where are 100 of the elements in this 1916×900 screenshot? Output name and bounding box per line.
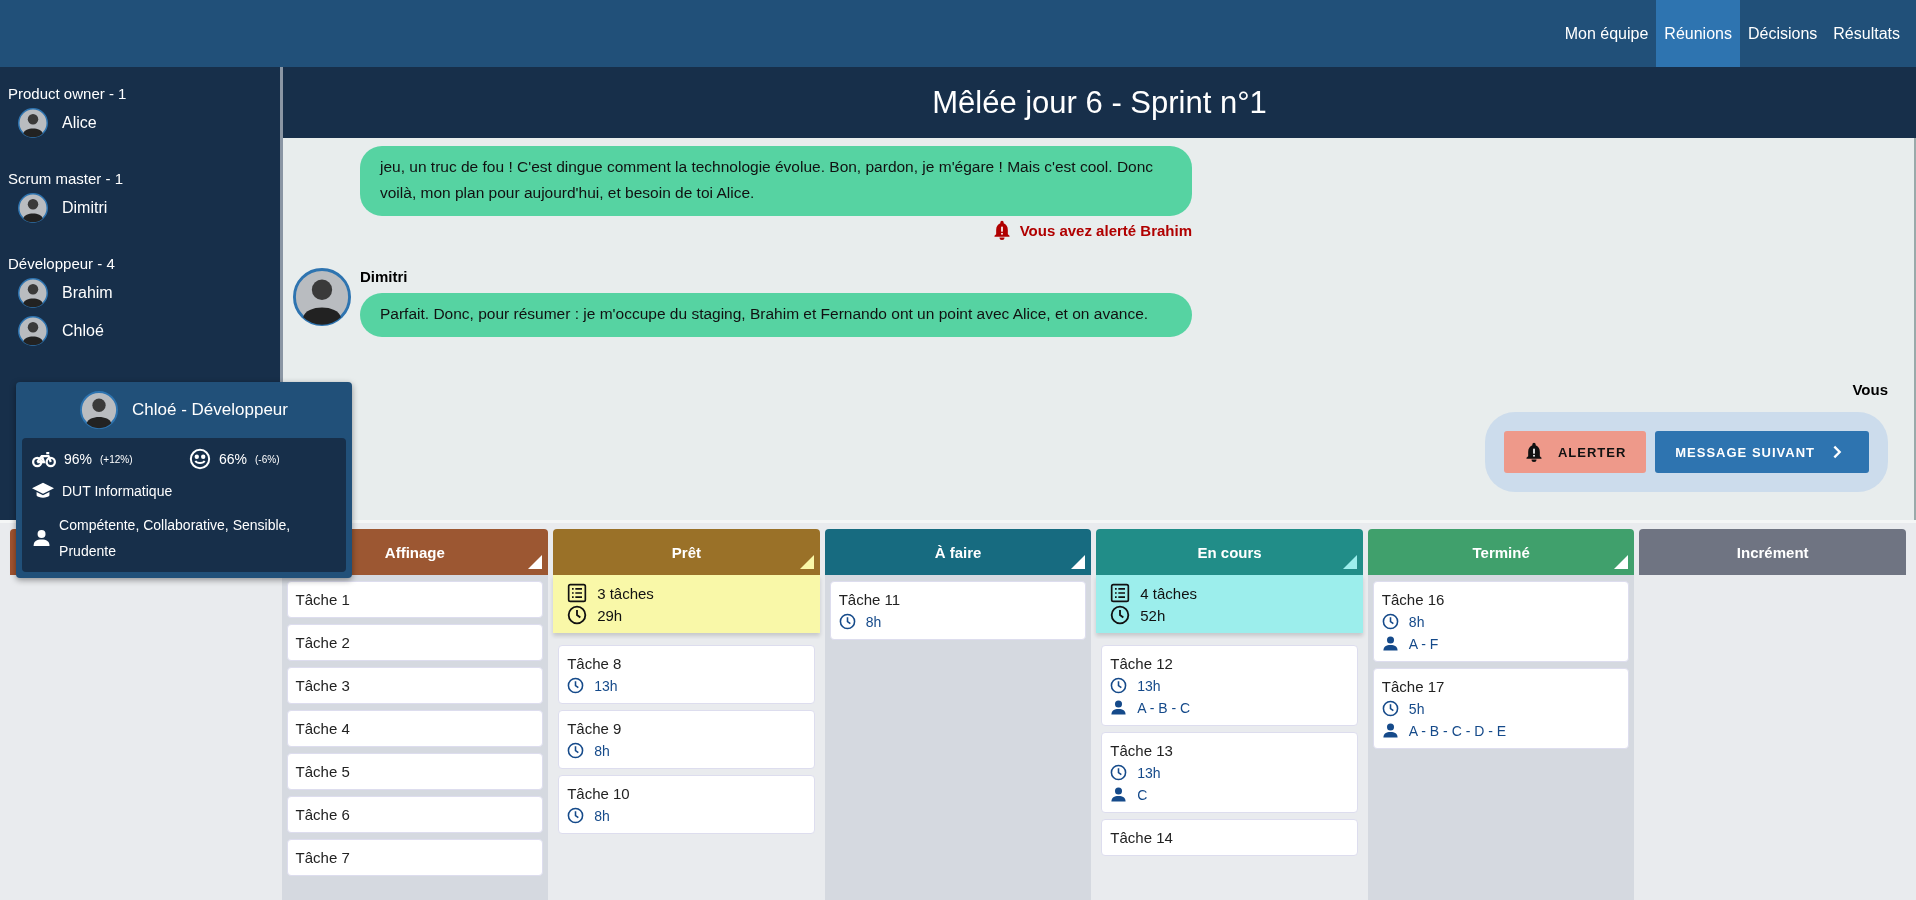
member-name[interactable]: Alice xyxy=(62,114,97,132)
corner-triangle-icon[interactable] xyxy=(799,555,814,569)
column-title: En cours xyxy=(1197,543,1262,561)
clock-icon xyxy=(567,742,585,759)
task-title: Tâche 7 xyxy=(295,849,351,866)
avatar xyxy=(18,278,48,308)
motivation-change: (+12%) xyxy=(100,453,133,465)
alert-notice-text: Vous avez alerté Brahim xyxy=(1019,221,1192,239)
task-card[interactable]: Tâche 3 xyxy=(286,667,544,704)
task-count: 3 tâches xyxy=(597,584,654,602)
task-title: Tâche 3 xyxy=(295,677,351,694)
message-bubble: Parfait. Donc, pour résumer : je m'occupe du staging, Brahim et Fernando ont un point avec Alice, et on avance. xyxy=(360,293,1192,337)
nav-tab[interactable]: Résultats xyxy=(1825,0,1908,67)
avatar xyxy=(18,108,48,138)
task-card[interactable]: Tâche 7 xyxy=(286,839,544,876)
task-card[interactable]: Tâche 11 8h xyxy=(829,581,1087,640)
task-card[interactable]: Tâche 17 5h A - B - C - D - E xyxy=(1372,668,1630,749)
task-card[interactable]: Tâche 13 13h C xyxy=(1101,732,1358,813)
clock-icon xyxy=(567,605,588,625)
clock-icon xyxy=(567,807,585,824)
message-bubble: jeu, un truc de fou ! C'est dingue comment la technologie évolue. Bon, pardon, je m'égare ! Mais c'est cool. Donc voilà, mon plan pour aujourd'hui, et besoin de toi Alice. xyxy=(360,146,1192,216)
task-title: Tâche 5 xyxy=(295,763,351,780)
column-title: Incrément xyxy=(1736,543,1809,561)
mood-change: (-6%) xyxy=(255,453,280,465)
corner-triangle-icon[interactable] xyxy=(1614,555,1629,569)
nav-tab[interactable]: Mon équipe xyxy=(1556,0,1657,67)
member-name[interactable]: Chloé xyxy=(62,322,104,340)
avatar xyxy=(80,391,119,429)
column-title: Affinage xyxy=(384,543,445,561)
task-assignees: A - B - C xyxy=(1137,699,1191,716)
member-role-title: Chloé - Développeur xyxy=(132,400,288,420)
role-heading: Product owner - 1 xyxy=(8,85,128,102)
task-card[interactable]: Tâche 10 8h xyxy=(558,775,815,834)
task-assignees: A - F xyxy=(1408,635,1439,652)
sender-name: Dimitri xyxy=(360,268,408,285)
corner-triangle-icon[interactable] xyxy=(528,555,543,569)
task-title: Tâche 9 xyxy=(567,720,623,737)
avatar xyxy=(293,268,351,326)
total-hours: 52h xyxy=(1140,606,1166,624)
task-card[interactable]: Tâche 14 xyxy=(1101,819,1358,856)
task-title: Tâche 17 xyxy=(1381,678,1446,695)
task-card[interactable]: Tâche 4 xyxy=(286,710,544,747)
corner-triangle-icon[interactable] xyxy=(1071,555,1086,569)
motivation-value: 96% xyxy=(64,451,93,467)
task-title: Tâche 14 xyxy=(1110,829,1174,846)
task-title: Tâche 4 xyxy=(295,720,351,737)
column-title: À faire xyxy=(934,543,982,561)
task-hours: 13h xyxy=(1137,677,1161,694)
bicycle-icon xyxy=(32,450,56,468)
member-name[interactable]: Brahim xyxy=(62,284,113,302)
task-title: Tâche 1 xyxy=(295,591,351,608)
task-card[interactable]: Tâche 16 8h A - F xyxy=(1372,581,1630,662)
task-card[interactable]: Tâche 5 xyxy=(286,753,544,790)
person-icon xyxy=(1110,786,1128,803)
task-card[interactable]: Tâche 2 xyxy=(286,624,544,661)
task-title: Tâche 10 xyxy=(567,785,631,802)
role-heading: Développeur - 4 xyxy=(8,255,116,272)
education-text: DUT Informatique xyxy=(62,483,173,499)
sender-name: Vous xyxy=(1852,381,1888,398)
member-name[interactable]: Dimitri xyxy=(62,199,108,217)
task-title: Tâche 12 xyxy=(1110,655,1174,672)
task-hours: 13h xyxy=(1137,764,1161,781)
corner-triangle-icon[interactable] xyxy=(1342,555,1357,569)
task-title: Tâche 13 xyxy=(1110,742,1174,759)
person-icon xyxy=(1381,722,1399,739)
avatar xyxy=(18,316,48,346)
task-hours: 13h xyxy=(594,677,618,694)
clock-icon xyxy=(1110,677,1128,694)
role-heading: Scrum master - 1 xyxy=(8,170,125,187)
mood-value: 66% xyxy=(219,451,248,467)
alert-button[interactable]: ALERTER xyxy=(1503,431,1647,473)
person-icon xyxy=(1381,635,1399,652)
task-card[interactable]: Tâche 12 13h A - B - C xyxy=(1101,645,1358,726)
smiley-icon xyxy=(189,448,211,470)
clock-icon xyxy=(1110,605,1131,625)
task-count: 4 tâches xyxy=(1140,584,1197,602)
task-card[interactable]: Tâche 6 xyxy=(286,796,544,833)
nav-tab[interactable]: Réunions xyxy=(1656,0,1740,67)
clock-icon xyxy=(838,613,856,630)
person-icon xyxy=(1110,699,1128,716)
task-card[interactable]: Tâche 1 xyxy=(286,581,544,618)
task-card[interactable]: Tâche 9 8h xyxy=(558,710,815,769)
column-title: Terminé xyxy=(1472,543,1530,561)
meeting-title: Mêlée jour 6 - Sprint n°1 xyxy=(932,84,1267,121)
person-icon xyxy=(32,528,52,548)
traits-text: Compétente, Collaborative, Sensible, Prudente xyxy=(59,516,292,561)
task-title: Tâche 8 xyxy=(567,655,623,672)
task-title: Tâche 6 xyxy=(295,806,351,823)
avatar xyxy=(18,193,48,223)
task-title: Tâche 2 xyxy=(295,634,351,651)
next-message-button[interactable]: MESSAGE SUIVANT xyxy=(1655,431,1869,473)
column-title: Prêt xyxy=(671,543,701,561)
list-icon xyxy=(1110,583,1131,603)
clock-icon xyxy=(1110,764,1128,781)
task-title: Tâche 11 xyxy=(838,591,902,608)
task-hours: 8h xyxy=(1408,613,1425,630)
list-icon xyxy=(567,583,588,603)
task-hours: 8h xyxy=(594,807,610,824)
nav-tab[interactable]: Décisions xyxy=(1739,0,1826,67)
task-card[interactable]: Tâche 8 13h xyxy=(558,645,815,704)
